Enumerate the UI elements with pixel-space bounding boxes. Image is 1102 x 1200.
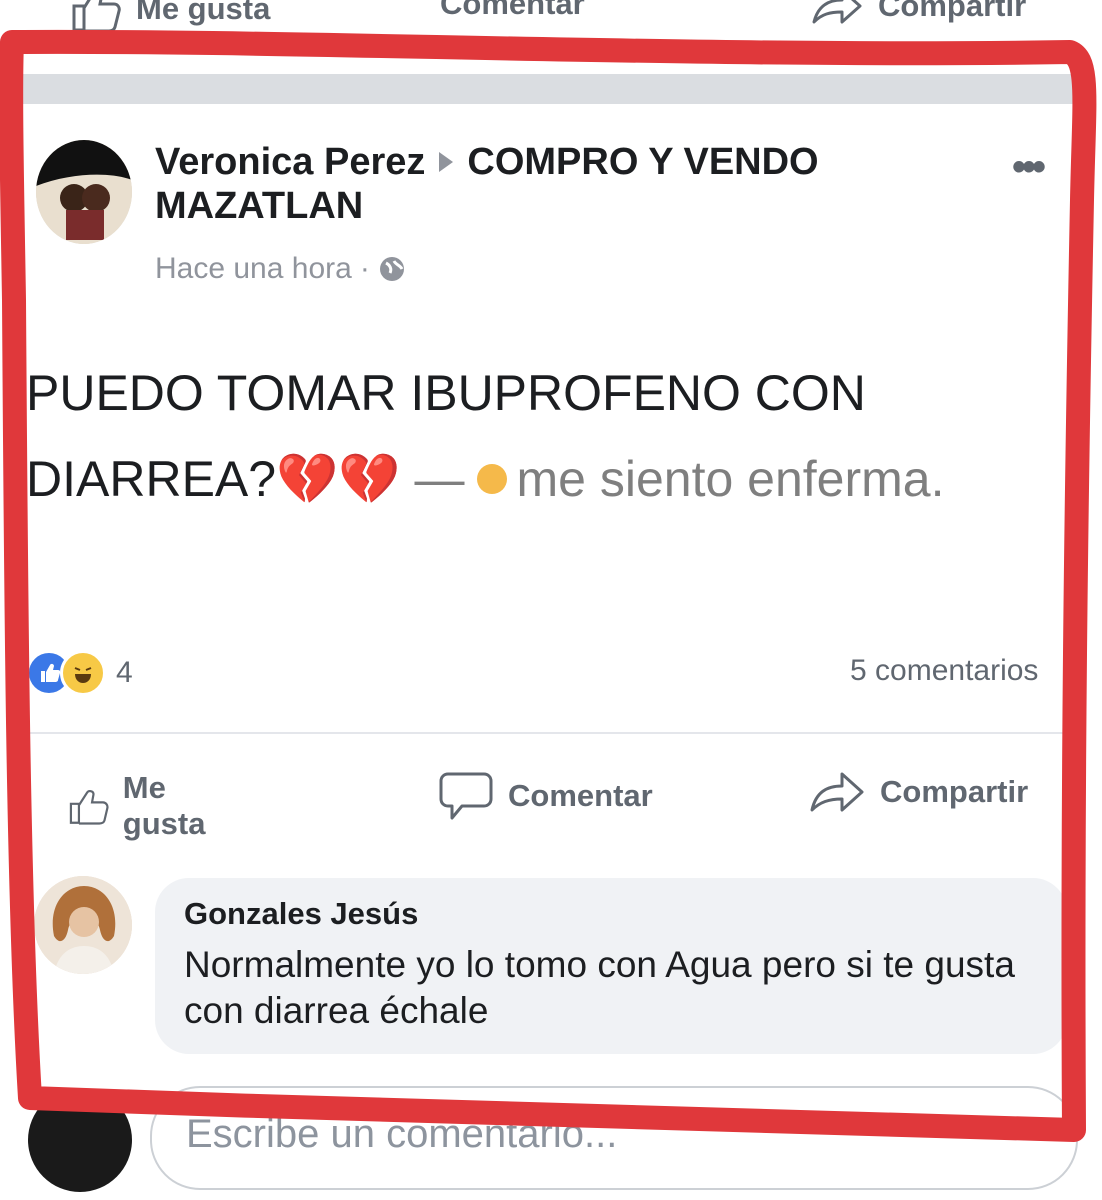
- like-label: Me gusta: [122, 770, 206, 841]
- globe-icon: [379, 257, 404, 281]
- write-comment-placeholder: Escribe un comentario...: [186, 1112, 618, 1156]
- share-label: Compartir: [880, 774, 1029, 809]
- commenter-avatar[interactable]: [34, 876, 132, 974]
- comment-text: Normalmente yo lo tomo con Agua pero si …: [184, 944, 1015, 1031]
- share-icon: [812, 0, 862, 24]
- top-like-label: Me gusta: [136, 0, 271, 26]
- arrow-right-icon: [439, 151, 454, 172]
- post-meta: Hace una hora ·: [155, 252, 406, 286]
- reactions-summary[interactable]: 4: [26, 650, 133, 696]
- top-share-button[interactable]: Compartir: [810, 0, 1026, 26]
- haha-reaction-icon: [60, 650, 106, 696]
- top-comment-label: Comentar: [440, 0, 585, 21]
- share-icon: [810, 772, 864, 812]
- more-icon: •••: [1012, 145, 1046, 189]
- like-icon: [72, 0, 121, 32]
- feeling-dash: —: [414, 451, 465, 507]
- comment-icon: [439, 772, 493, 820]
- feeling-text: me siento enferma.: [516, 451, 945, 507]
- like-button[interactable]: Me gusta: [68, 770, 221, 842]
- top-action-bar: Me gusta Comentar Compartir: [0, 0, 1102, 32]
- more-options-button[interactable]: •••: [1012, 145, 1046, 190]
- share-button[interactable]: Compartir: [808, 770, 1028, 814]
- author-avatar[interactable]: [36, 140, 132, 244]
- post-timestamp[interactable]: Hace una hora: [155, 252, 352, 286]
- comment-button[interactable]: Comentar: [438, 770, 653, 822]
- reaction-count: 4: [116, 656, 133, 689]
- comments-count[interactable]: 5 comentarios: [850, 654, 1060, 688]
- comment-label: Comentar: [508, 778, 653, 813]
- top-like-button[interactable]: Me gusta: [70, 0, 270, 32]
- top-share-label: Compartir: [878, 0, 1027, 23]
- author-name[interactable]: Veronica Perez: [155, 141, 425, 183]
- post-body: PUEDO TOMAR IBUPROFENO CON DIARREA?💔💔 — m…: [26, 350, 1066, 522]
- comment-author[interactable]: Gonzales Jesús: [184, 896, 418, 932]
- feed-separator: [20, 74, 1080, 104]
- like-icon: [69, 790, 109, 825]
- dot-separator: ·: [359, 252, 370, 285]
- broken-heart-icon: 💔💔: [276, 451, 401, 507]
- divider: [26, 732, 1066, 734]
- current-user-avatar: [28, 1088, 132, 1192]
- post-author-line: Veronica Perez COMPRO Y VENDO MAZATLAN: [155, 140, 975, 228]
- top-comment-button[interactable]: Comentar: [440, 0, 585, 22]
- sick-face-icon: [476, 463, 507, 494]
